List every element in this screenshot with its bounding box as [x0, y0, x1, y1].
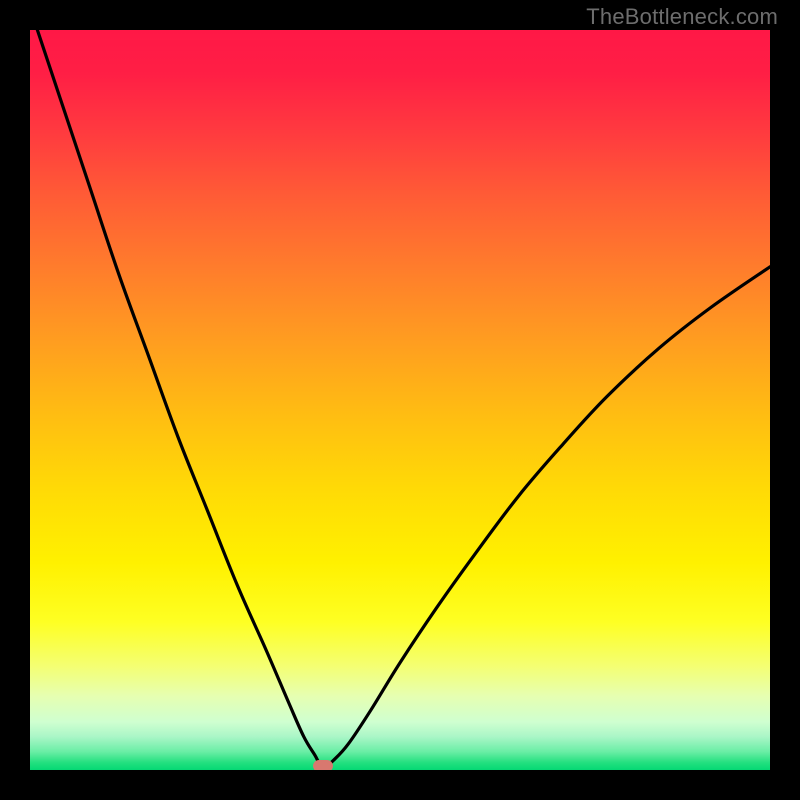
curve-layer [30, 30, 770, 770]
plot-area [30, 30, 770, 770]
min-marker [313, 760, 333, 770]
chart-frame: TheBottleneck.com [0, 0, 800, 800]
bottleneck-curve [30, 30, 770, 766]
watermark-text: TheBottleneck.com [586, 4, 778, 30]
